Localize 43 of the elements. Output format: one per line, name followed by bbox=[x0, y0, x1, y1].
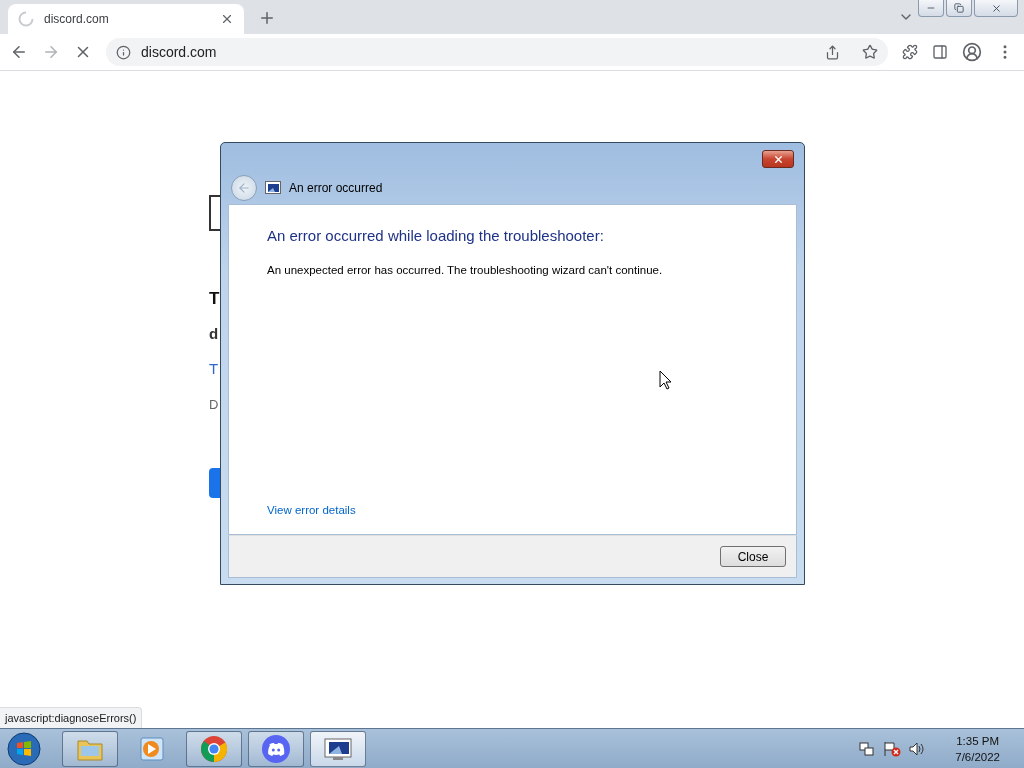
minimize-button[interactable] bbox=[918, 0, 944, 17]
dialog-close-button[interactable] bbox=[762, 150, 794, 168]
troubleshooter-icon bbox=[265, 180, 281, 195]
page-text: D bbox=[209, 397, 219, 412]
status-bubble: javascript:diagnoseErrors() bbox=[0, 707, 143, 728]
extensions-icon[interactable] bbox=[902, 44, 918, 60]
flag-error-icon[interactable] bbox=[883, 740, 902, 757]
chrome-icon bbox=[200, 734, 228, 763]
side-panel-icon[interactable] bbox=[932, 44, 948, 60]
close-button[interactable]: Close bbox=[720, 546, 786, 567]
cursor-icon bbox=[659, 370, 672, 390]
share-icon[interactable] bbox=[825, 44, 840, 60]
error-details-link[interactable]: View error details bbox=[267, 504, 356, 516]
media-player-icon bbox=[140, 736, 164, 761]
speaker-icon[interactable] bbox=[909, 740, 926, 757]
browser-tab[interactable]: discord.com bbox=[8, 4, 244, 34]
windows-logo-icon bbox=[7, 731, 41, 766]
error-heading: An error occurred while loading the troubleshooter: bbox=[267, 227, 605, 244]
close-tab-icon[interactable] bbox=[220, 12, 234, 26]
network-icon[interactable] bbox=[859, 740, 876, 757]
close-icon bbox=[990, 2, 1002, 14]
page-text: T bbox=[209, 360, 219, 377]
back-icon[interactable] bbox=[10, 43, 28, 61]
dialog-title: An error occurred bbox=[289, 180, 383, 195]
star-icon[interactable] bbox=[862, 44, 878, 60]
discord-icon bbox=[261, 733, 291, 764]
close-icon bbox=[772, 153, 784, 165]
taskbar-button[interactable] bbox=[248, 730, 304, 767]
page-text: d bbox=[209, 325, 219, 342]
page-text: T bbox=[209, 289, 220, 309]
new-tab-icon[interactable] bbox=[258, 9, 276, 27]
info-icon bbox=[116, 44, 131, 60]
profile-icon[interactable] bbox=[962, 42, 982, 62]
close-window-button[interactable] bbox=[974, 0, 1018, 17]
clock[interactable]: 1:35 PM 7/6/2022 bbox=[955, 732, 1000, 765]
start-button[interactable] bbox=[4, 729, 44, 768]
restore-button[interactable] bbox=[946, 0, 972, 17]
error-message: An unexpected error has occurred. The troubleshooting wizard can't continue. bbox=[267, 264, 664, 276]
taskbar-button[interactable] bbox=[310, 730, 366, 767]
address-bar[interactable]: discord.com bbox=[106, 38, 888, 66]
restore-icon bbox=[954, 3, 964, 13]
tab-title: discord.com bbox=[44, 12, 110, 26]
troubleshooter-icon bbox=[323, 736, 353, 761]
